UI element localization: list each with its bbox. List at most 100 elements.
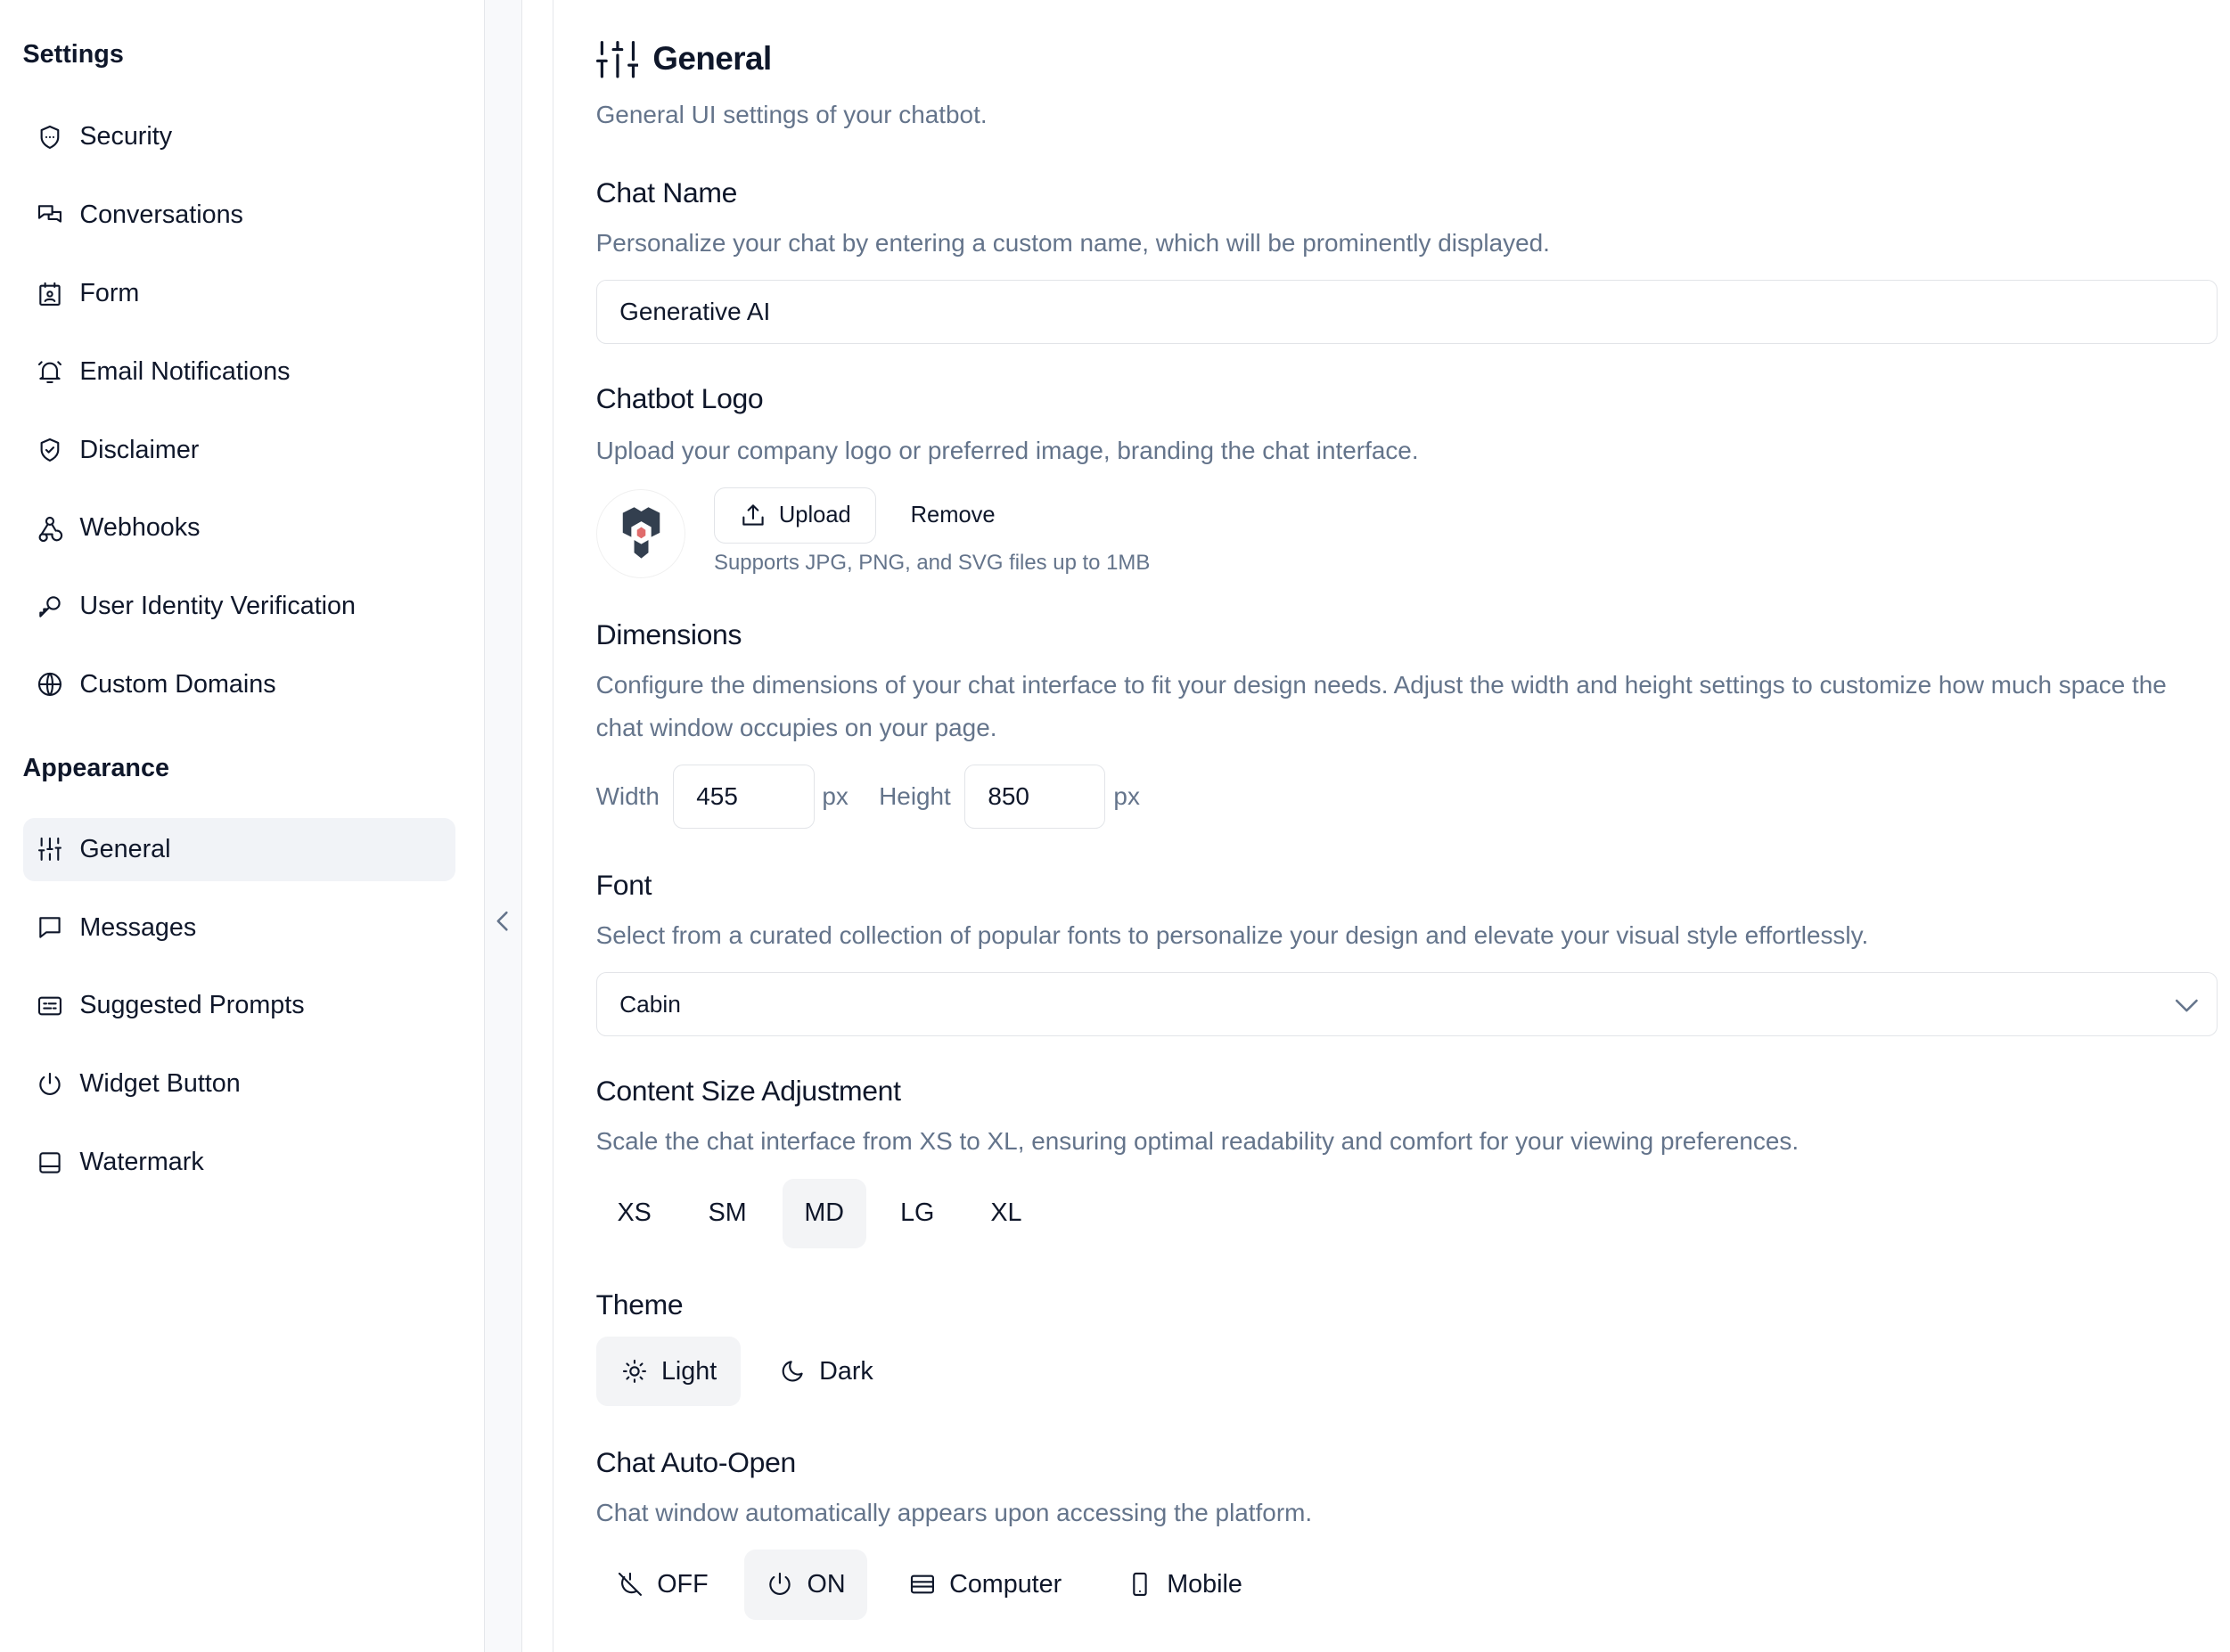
chat-name-input[interactable]: Generative AI (595, 280, 2218, 345)
power-off-icon (618, 1573, 642, 1597)
sidebar-item-user-identity-verification[interactable]: User Identity Verification (23, 575, 455, 639)
webhook-icon (38, 516, 62, 542)
chatbot-logo-description: Upload your company logo or preferred im… (595, 436, 1419, 464)
sidebar-item-disclaimer[interactable]: Disclaimer (23, 418, 455, 482)
height-value: 850 (988, 782, 1029, 811)
appearance-section-title: Appearance (22, 753, 169, 782)
sliders-icon (595, 41, 639, 78)
upload-icon (742, 504, 764, 527)
size-label: MD (804, 1198, 845, 1228)
sidebar-item-custom-domains[interactable]: Custom Domains (23, 652, 455, 716)
size-label: LG (900, 1198, 935, 1228)
dimensions-description: Configure the dimensions of your chat in… (595, 671, 2167, 742)
size-xs-button[interactable]: XS (596, 1179, 673, 1248)
font-select[interactable]: Cabin (595, 972, 2218, 1037)
sidebar-item-label: Suggested Prompts (79, 991, 305, 1020)
sidebar-item-label: Conversations (79, 200, 243, 230)
chat-name-description: Personalize your chat by entering a cust… (595, 228, 1550, 257)
font-label: Font (595, 868, 652, 901)
sidebar-item-label: Messages (79, 912, 197, 942)
sidebar-item-label: Security (79, 122, 173, 151)
key-icon (39, 595, 61, 617)
computer-icon (910, 1575, 934, 1594)
sidebar-item-webhooks[interactable]: Webhooks (23, 496, 455, 560)
collapse-strip[interactable] (485, 0, 522, 1652)
message-icon (39, 917, 61, 938)
upload-button[interactable]: Upload (714, 487, 876, 544)
settings-section-title: Settings (22, 39, 124, 69)
size-xl-button[interactable]: XL (972, 1179, 1041, 1248)
chatbot-logo-label: Chatbot Logo (595, 382, 764, 415)
mobile-label: Mobile (1167, 1569, 1242, 1599)
size-sm-button[interactable]: SM (687, 1179, 768, 1248)
sidebar-item-suggested-prompts[interactable]: Suggested Prompts (23, 974, 455, 1038)
off-label: OFF (657, 1569, 709, 1599)
sidebar-item-security[interactable]: Security (23, 105, 455, 169)
sun-icon (622, 1360, 646, 1384)
theme-dark-button[interactable]: Dark (755, 1337, 896, 1406)
sidebar-item-label: Email Notifications (79, 356, 291, 386)
theme-light-label: Light (660, 1356, 717, 1386)
theme-label: Theme (595, 1288, 684, 1321)
content-size-label: Content Size Adjustment (595, 1075, 901, 1108)
width-label: Width (595, 781, 660, 810)
chevron-down-icon (2175, 999, 2198, 1012)
dimensions-label: Dimensions (595, 618, 742, 651)
chevron-left-icon[interactable] (494, 910, 513, 933)
width-unit: px (822, 781, 849, 810)
sidebar: Settings Security Conversations Form Ema… (0, 0, 486, 1652)
theme-light-button[interactable]: Light (595, 1336, 742, 1407)
logo-hint: Supports JPG, PNG, and SVG files up to 1… (714, 550, 1151, 575)
content-size-description: Scale the chat interface from XS to XL, … (595, 1127, 1800, 1156)
shield-icon (40, 125, 60, 149)
sidebar-item-form[interactable]: Form (23, 262, 455, 326)
chat-name-value: Generative AI (619, 298, 771, 326)
remove-button[interactable]: Remove (896, 487, 1010, 543)
bell-icon (37, 361, 61, 384)
height-label: Height (879, 781, 951, 810)
auto-open-label: Chat Auto-Open (595, 1445, 797, 1478)
upload-label: Upload (778, 502, 851, 527)
font-value: Cabin (619, 990, 681, 1018)
sidebar-item-label: Watermark (79, 1147, 204, 1176)
auto-open-computer-button[interactable]: Computer (881, 1550, 1087, 1619)
logo-preview (595, 488, 686, 579)
chatbot-logo-image (622, 507, 660, 559)
sidebar-item-conversations[interactable]: Conversations (23, 184, 455, 248)
sidebar-item-label: User Identity Verification (79, 592, 356, 621)
font-description: Select from a curated collection of popu… (595, 921, 1869, 950)
sidebar-item-email-notifications[interactable]: Email Notifications (23, 339, 455, 404)
auto-open-on-button[interactable]: ON (743, 1550, 868, 1620)
size-label: SM (708, 1198, 747, 1228)
sidebar-item-watermark[interactable]: Watermark (23, 1131, 455, 1195)
size-lg-button[interactable]: LG (881, 1179, 953, 1248)
mobile-icon (1133, 1573, 1147, 1597)
page-subtitle: General UI settings of your chatbot. (595, 101, 988, 129)
sidebar-item-label: Webhooks (79, 513, 201, 543)
messages-icon (37, 205, 61, 223)
sidebar-item-general[interactable]: General (22, 817, 455, 882)
sidebar-item-widget-button[interactable]: Widget Button (23, 1052, 455, 1116)
computer-label: Computer (949, 1569, 1062, 1599)
watermark-icon (39, 1151, 61, 1174)
divider (522, 0, 553, 1652)
sidebar-item-label: General (79, 834, 171, 863)
height-unit: px (1113, 781, 1140, 810)
height-input[interactable]: 850 (963, 765, 1105, 830)
power-icon (39, 1072, 61, 1095)
page-title: General (652, 39, 772, 77)
moon-icon (782, 1361, 803, 1382)
sidebar-item-label: Disclaimer (79, 435, 200, 464)
sidebar-item-messages[interactable]: Messages (23, 896, 455, 960)
on-label: ON (807, 1569, 846, 1599)
auto-open-description: Chat window automatically appears upon a… (595, 1498, 1313, 1526)
prompts-icon (37, 996, 61, 1016)
auto-open-off-button[interactable]: OFF (596, 1550, 728, 1619)
chat-name-label: Chat Name (595, 176, 738, 209)
auto-open-mobile-button[interactable]: Mobile (1103, 1550, 1267, 1619)
sidebar-item-label: Form (79, 278, 140, 307)
width-input[interactable]: 455 (672, 765, 816, 830)
size-md-button[interactable]: MD (782, 1178, 866, 1249)
sidebar-item-label: Custom Domains (79, 669, 276, 699)
shield-check-icon (40, 438, 60, 462)
